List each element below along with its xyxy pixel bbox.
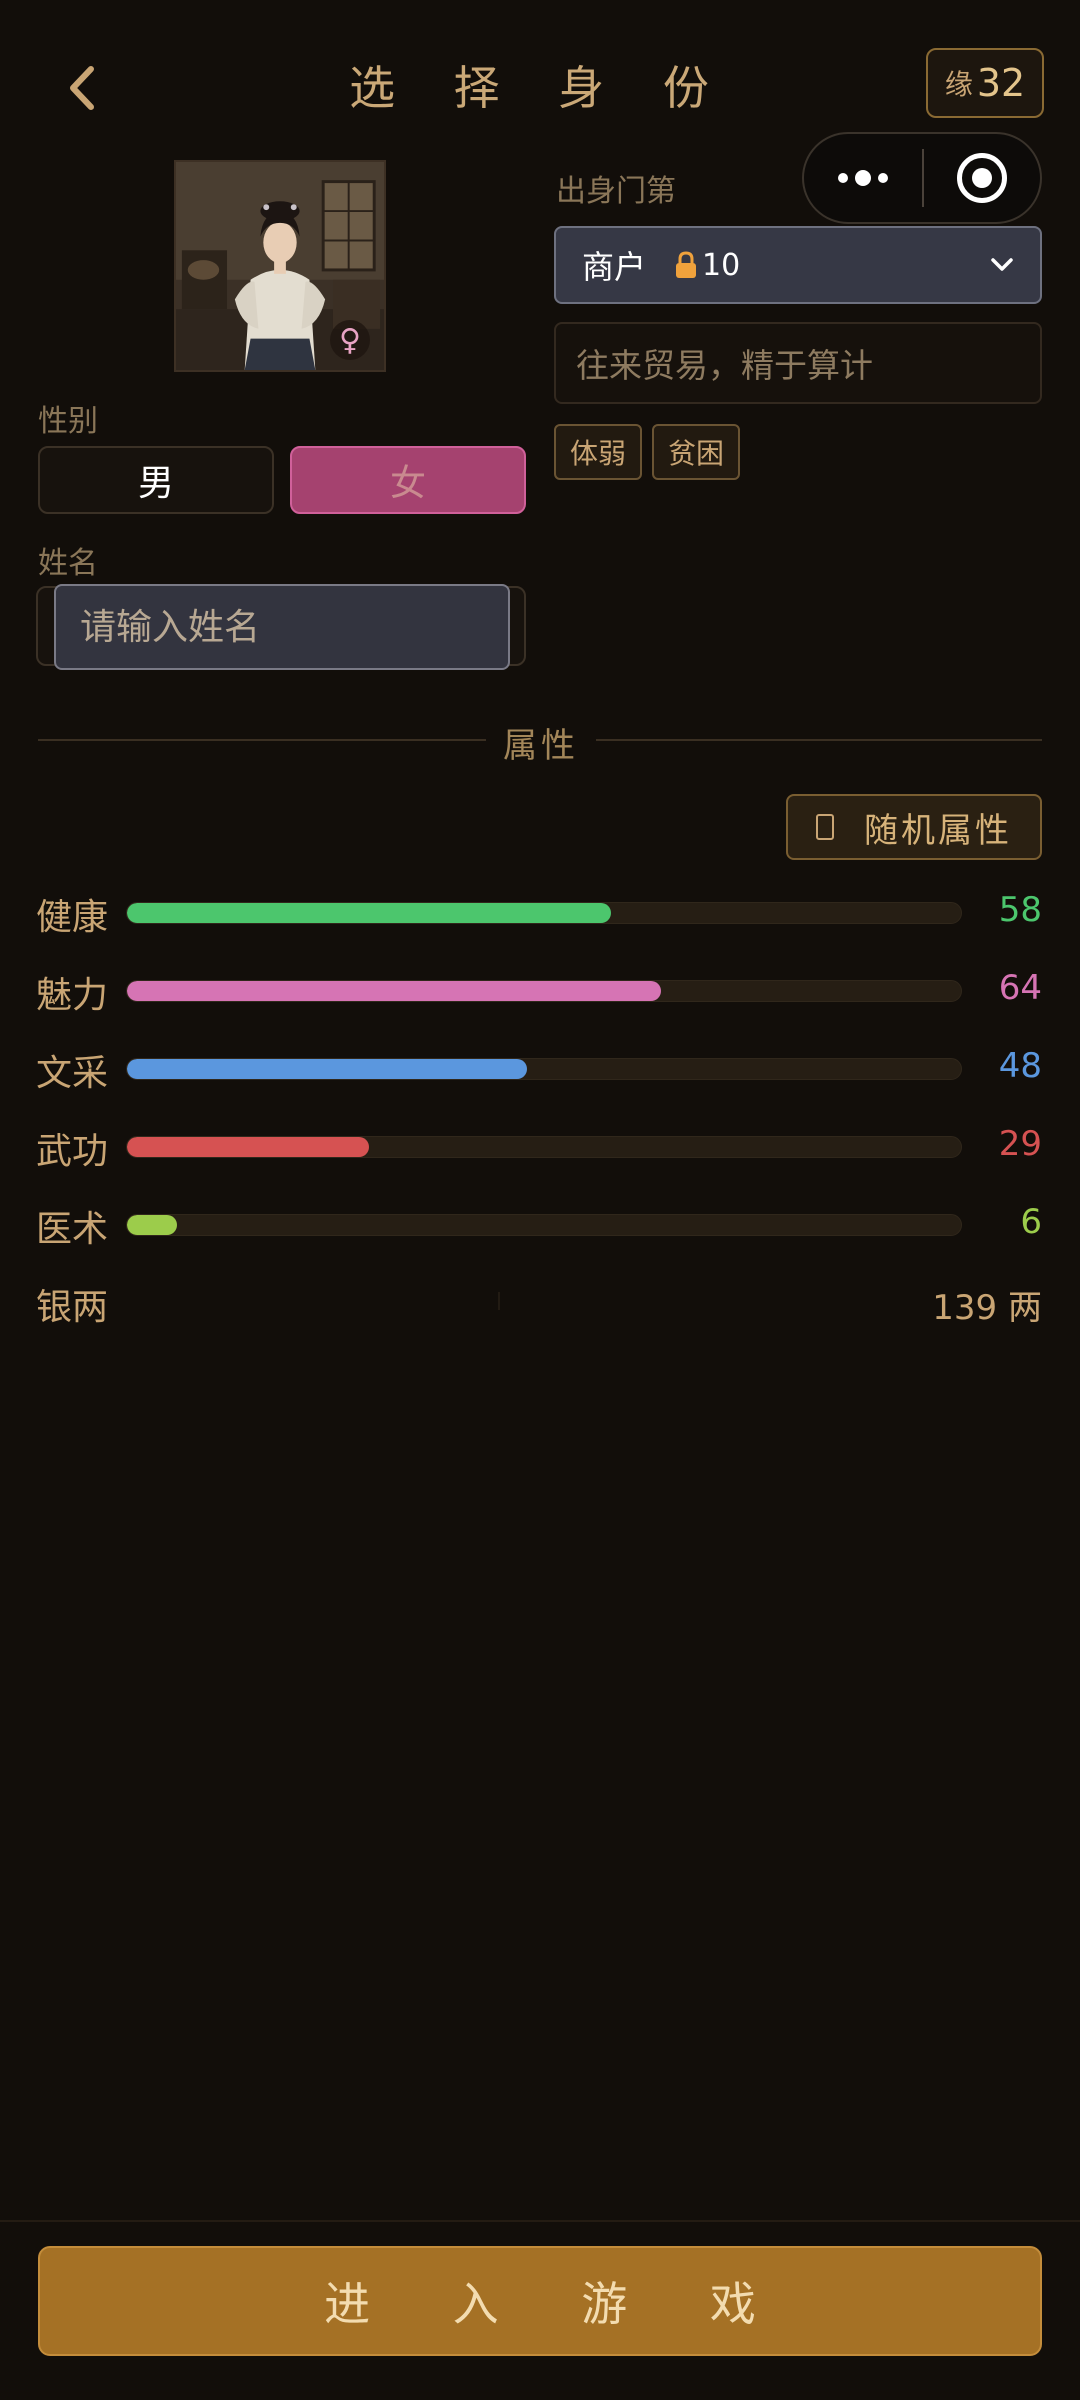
miniprogram-capsule xyxy=(802,132,1042,224)
stat-name: 健康 xyxy=(36,897,109,938)
stat-bar-fill xyxy=(127,1059,528,1079)
silver-value: 139 两 xyxy=(932,1288,1042,1328)
close-miniprogram-button[interactable] xyxy=(924,134,1040,222)
more-dots-icon xyxy=(838,173,848,183)
stat-bar-track xyxy=(126,1058,962,1080)
section-divider-right xyxy=(596,739,1042,741)
stat-name: 武功 xyxy=(36,1131,109,1172)
stat-bar-track xyxy=(126,980,962,1002)
attributes-title: 属性 xyxy=(503,726,579,766)
page-title: 选 择 身 份 xyxy=(349,61,731,115)
random-attributes-label: 随机属性 xyxy=(864,810,1012,851)
yuan-value: 32 xyxy=(976,61,1026,105)
enter-game-button[interactable]: 进 入 游 戏 xyxy=(38,2246,1042,2356)
female-gender-icon: ♀ xyxy=(330,320,370,360)
more-menu-button[interactable] xyxy=(804,134,922,222)
stat-bar-track xyxy=(126,1136,962,1158)
stat-value: 64 xyxy=(998,968,1042,1008)
name-label: 姓名 xyxy=(38,546,98,581)
silver-label: 银两 xyxy=(36,1287,109,1328)
silver-divider xyxy=(498,1292,500,1310)
target-icon xyxy=(957,153,1007,203)
lock-cost: 10 xyxy=(674,248,740,283)
stat-bar-track xyxy=(126,902,962,924)
origin-description: 往来贸易，精于算计 xyxy=(554,322,1042,404)
gender-male-button[interactable]: 男 xyxy=(38,446,274,514)
random-attributes-button[interactable]: 随机属性 xyxy=(786,794,1042,860)
stat-bar-track xyxy=(126,1214,962,1236)
gender-female-button[interactable]: 女 xyxy=(290,446,526,514)
more-dots-icon-center xyxy=(855,170,871,186)
stat-bar-fill xyxy=(127,981,661,1001)
more-dots-icon-right xyxy=(878,173,888,183)
stat-value: 48 xyxy=(998,1046,1042,1086)
stat-bar-fill xyxy=(127,903,611,923)
stat-bar-fill xyxy=(127,1137,369,1157)
yuan-label: 缘 xyxy=(944,68,973,101)
stat-value: 29 xyxy=(998,1124,1042,1164)
yuan-currency-badge[interactable]: 缘 32 xyxy=(926,48,1044,118)
section-divider-left xyxy=(38,739,486,741)
stat-name: 魅力 xyxy=(36,975,109,1016)
name-input[interactable] xyxy=(54,584,510,670)
lock-icon xyxy=(676,251,697,278)
lock-cost-value: 10 xyxy=(702,247,741,283)
footer-divider xyxy=(0,2220,1080,2222)
gender-label: 性别 xyxy=(38,404,98,439)
chevron-down-icon xyxy=(991,258,1013,271)
dice-icon xyxy=(816,814,834,840)
stat-value: 6 xyxy=(1020,1202,1042,1242)
origin-selected-value: 商户 xyxy=(582,248,647,286)
trait-tag: 体弱 xyxy=(554,424,643,480)
stat-bar-fill xyxy=(127,1215,178,1235)
stat-value: 58 xyxy=(998,890,1042,930)
origin-select[interactable]: 商户 10 xyxy=(554,226,1042,304)
stat-name: 文采 xyxy=(36,1053,109,1094)
origin-label: 出身门第 xyxy=(556,174,676,209)
stat-name: 医术 xyxy=(36,1209,109,1250)
trait-tag: 贫困 xyxy=(652,424,741,480)
character-portrait[interactable]: ♀ xyxy=(174,160,386,372)
